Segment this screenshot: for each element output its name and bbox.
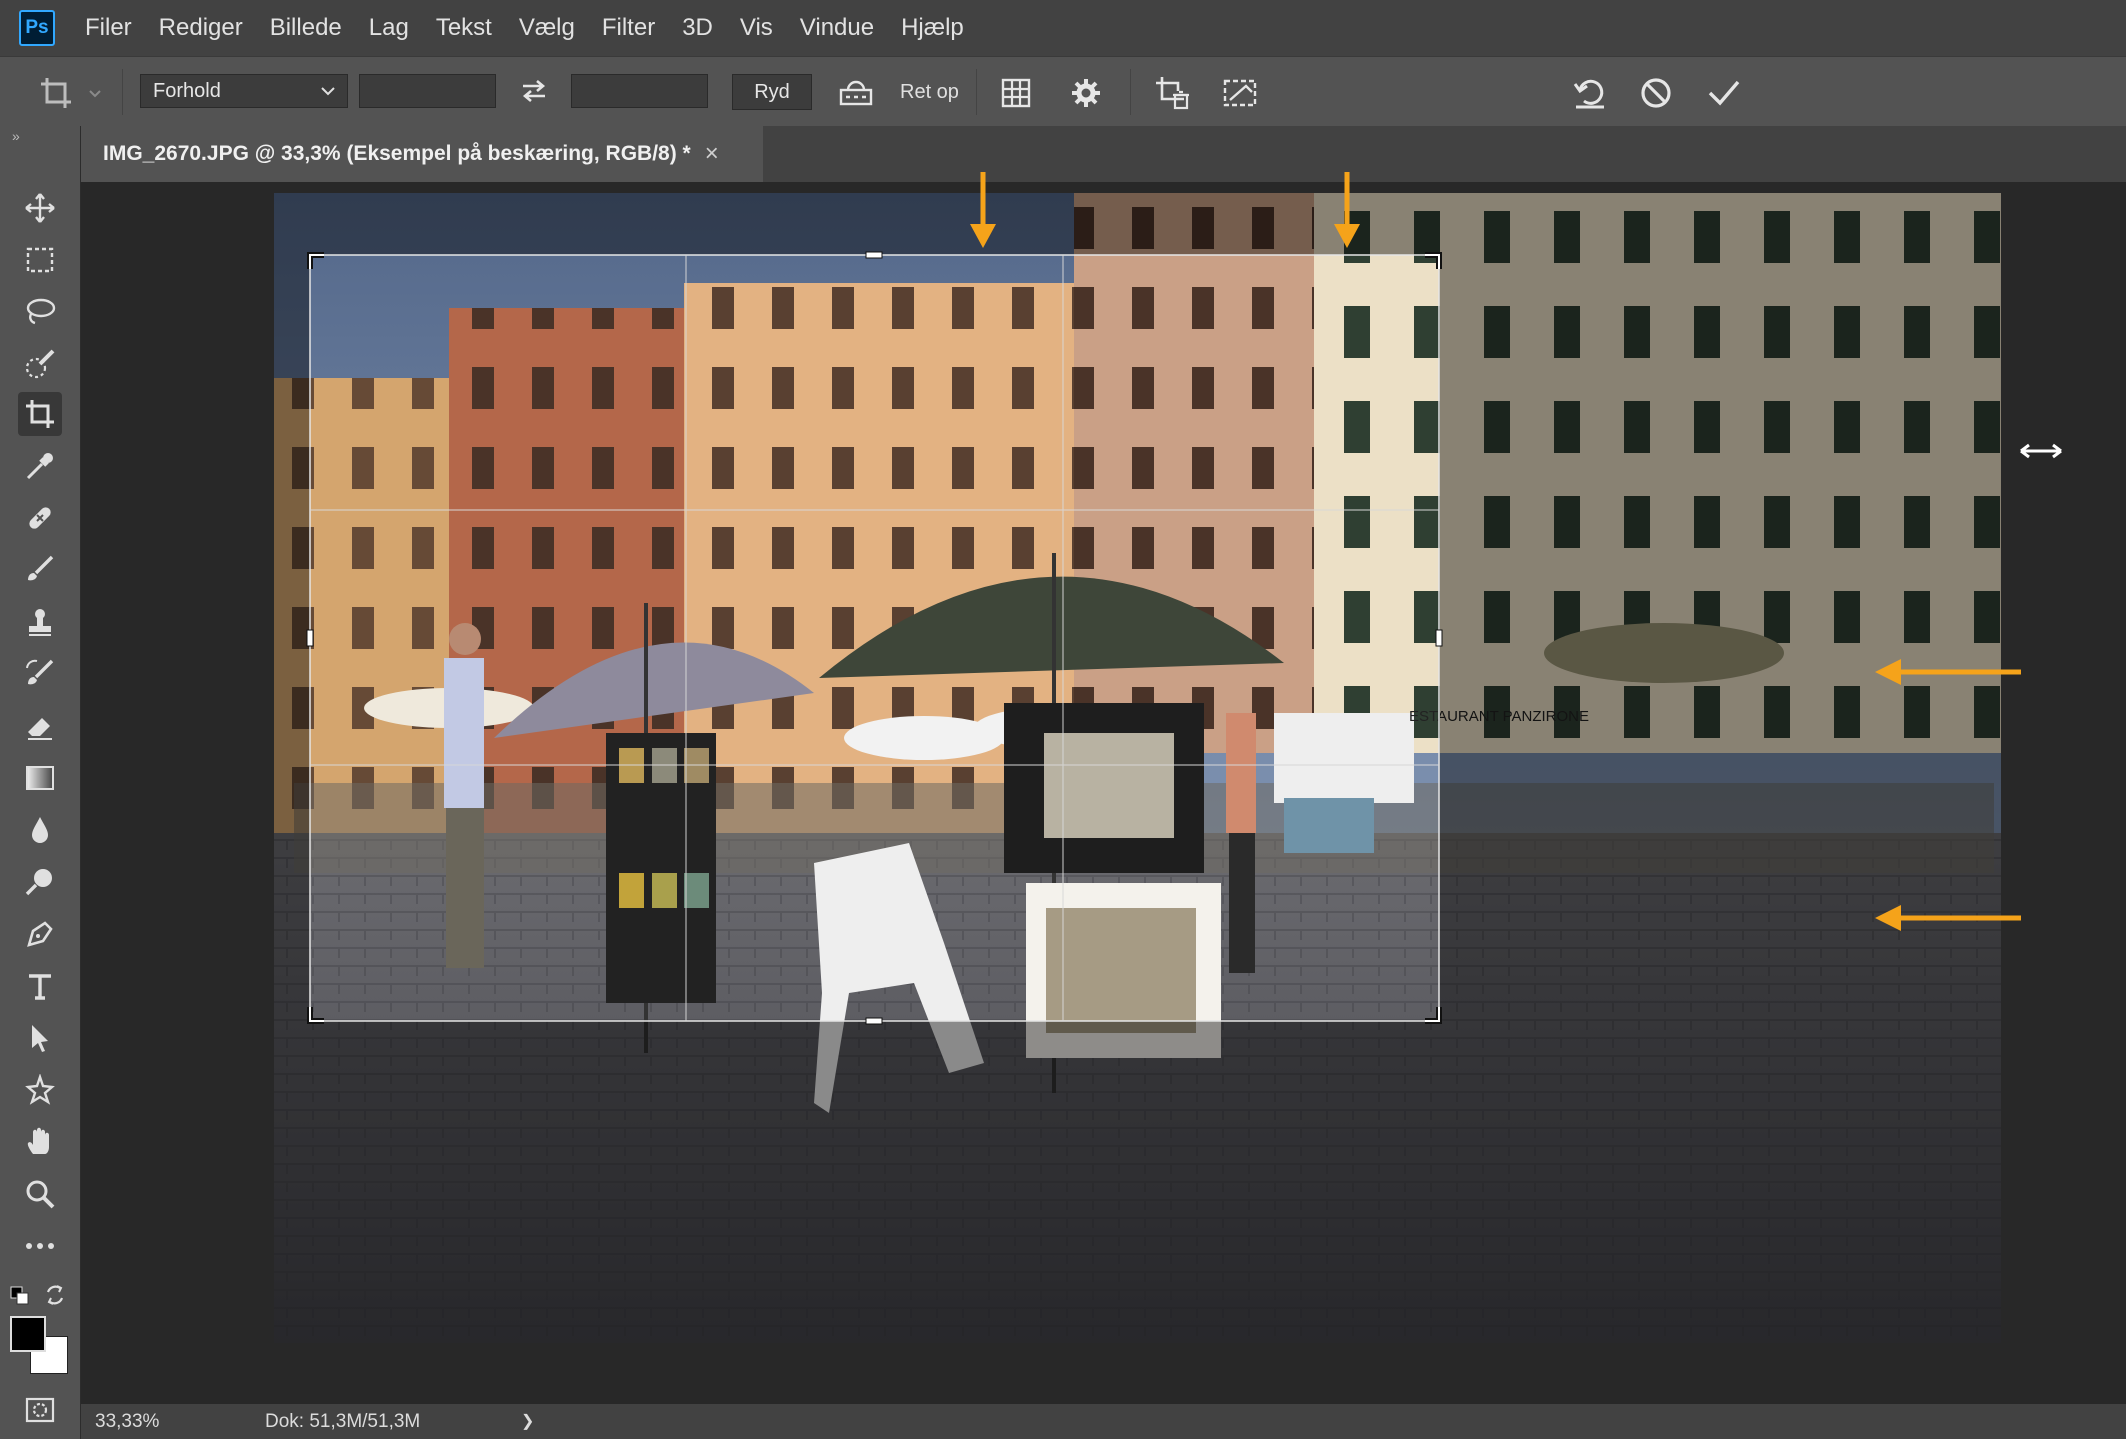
menu-hjaelp[interactable]: Hjælp <box>901 14 964 42</box>
document-tab-title: IMG_2670.JPG @ 33,3% (Eksempel på beskær… <box>103 142 691 165</box>
cancel-icon[interactable] <box>1636 73 1676 113</box>
zoom-tool-icon[interactable] <box>18 1172 62 1216</box>
height-field[interactable] <box>571 74 708 108</box>
width-field[interactable] <box>359 74 496 108</box>
swap-colors-icon[interactable] <box>44 1284 66 1311</box>
annotation-arrow-down-icon <box>965 172 1001 252</box>
preset-chevron-down-icon[interactable] <box>88 79 102 109</box>
document-tab-bar: IMG_2670.JPG @ 33,3% (Eksempel på beskær… <box>81 126 2126 182</box>
annotation-arrow-left-icon <box>1871 654 2021 690</box>
default-colors-icon[interactable] <box>10 1286 30 1311</box>
clear-button[interactable]: Ryd <box>732 74 812 110</box>
overlay-grid-icon[interactable] <box>996 73 1036 113</box>
annotation-arrow-down-icon <box>1329 172 1365 252</box>
content-aware-icon[interactable] <box>1220 73 1260 113</box>
straighten-icon[interactable] <box>836 73 876 113</box>
menu-vindue[interactable]: Vindue <box>800 14 874 42</box>
path-selection-tool-icon[interactable] <box>18 1016 62 1060</box>
reset-icon[interactable] <box>1570 73 1610 113</box>
annotation-arrow-left-icon <box>1871 900 2021 936</box>
marquee-tool-icon[interactable] <box>18 238 62 282</box>
tools-panel: » <box>0 126 81 1439</box>
hand-tool-icon[interactable] <box>18 1120 62 1164</box>
menu-3d[interactable]: 3D <box>682 14 713 42</box>
document-tab[interactable]: IMG_2670.JPG @ 33,3% (Eksempel på beskær… <box>81 126 763 182</box>
move-tool-icon[interactable] <box>18 186 62 230</box>
resize-horizontal-cursor-icon <box>2016 436 2066 466</box>
crop-tool-preset-icon[interactable] <box>36 73 76 113</box>
eyedropper-tool-icon[interactable] <box>18 444 62 488</box>
collapse-panel-icon[interactable]: » <box>12 128 20 144</box>
gear-icon[interactable] <box>1066 73 1106 113</box>
pen-tool-icon[interactable] <box>18 912 62 956</box>
healing-brush-tool-icon[interactable] <box>18 496 62 540</box>
blur-tool-icon[interactable] <box>18 808 62 852</box>
brush-tool-icon[interactable] <box>18 548 62 592</box>
menu-vaelg[interactable]: Vælg <box>519 14 575 42</box>
close-icon[interactable]: × <box>705 140 719 168</box>
canvas-area: ESTAURANT PANZIRONE <box>81 172 2126 1404</box>
crop-preview: ESTAURANT PANZIRONE <box>274 193 2001 1343</box>
dodge-tool-icon[interactable] <box>18 860 62 904</box>
zoom-level[interactable]: 33,33% <box>95 1411 159 1433</box>
menu-bar: Ps Filer Rediger Billede Lag Tekst Vælg … <box>0 0 2126 56</box>
eraser-tool-icon[interactable] <box>18 704 62 748</box>
status-bar: 33,33% Dok: 51,3M/51,3M ❯ <box>81 1404 2126 1439</box>
lasso-tool-icon[interactable] <box>18 290 62 334</box>
delete-cropped-pixels-icon[interactable] <box>1152 73 1192 113</box>
crop-tool-icon[interactable] <box>18 392 62 436</box>
aspect-ratio-value: Forhold <box>153 79 221 102</box>
menu-vis[interactable]: Vis <box>740 14 773 42</box>
menu-tekst[interactable]: Tekst <box>436 14 492 42</box>
photoshop-logo: Ps <box>19 10 55 46</box>
history-brush-tool-icon[interactable] <box>18 652 62 696</box>
more-tools-icon[interactable] <box>18 1224 62 1268</box>
menu-lag[interactable]: Lag <box>369 14 409 42</box>
quick-selection-tool-icon[interactable] <box>18 342 62 386</box>
chevron-down-icon <box>321 86 335 95</box>
options-bar: Forhold Ryd Ret op <box>0 56 2126 128</box>
clone-stamp-tool-icon[interactable] <box>18 600 62 644</box>
menu-billede[interactable]: Billede <box>270 14 342 42</box>
menu-filer[interactable]: Filer <box>85 14 132 42</box>
quick-mask-icon[interactable] <box>18 1388 62 1432</box>
photo-canvas[interactable]: ESTAURANT PANZIRONE <box>274 193 2001 1343</box>
aspect-ratio-select[interactable]: Forhold <box>140 74 348 108</box>
document-size-info: Dok: 51,3M/51,3M <box>265 1411 421 1432</box>
menu-rediger[interactable]: Rediger <box>159 14 243 42</box>
foreground-color-swatch[interactable] <box>10 1316 46 1352</box>
swap-icon[interactable] <box>516 73 552 109</box>
menu-filter[interactable]: Filter <box>602 14 655 42</box>
gradient-tool-icon[interactable] <box>18 756 62 800</box>
commit-check-icon[interactable] <box>1704 73 1744 113</box>
type-tool-icon[interactable] <box>18 964 62 1008</box>
status-menu-arrow-icon[interactable]: ❯ <box>521 1411 534 1431</box>
custom-shape-tool-icon[interactable] <box>18 1068 62 1112</box>
straighten-label[interactable]: Ret op <box>900 81 959 104</box>
